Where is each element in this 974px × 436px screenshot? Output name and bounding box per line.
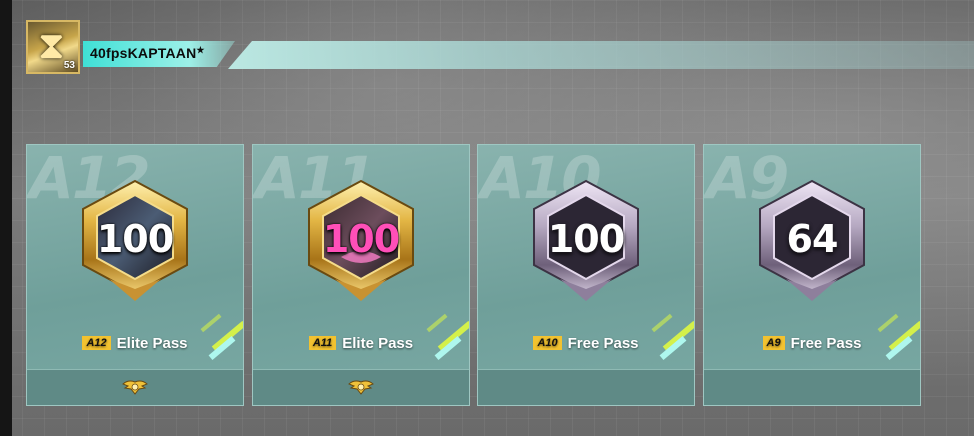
player-name: 40fpsKAPTAAN★ [90, 45, 205, 61]
card-footer [704, 369, 920, 405]
badge-level: 100 [547, 217, 625, 261]
player-avatar[interactable]: ⧗ 53 [26, 20, 80, 74]
pass-type: Elite Pass [342, 335, 414, 352]
rank-badge: 100 [79, 179, 191, 303]
pass-card-a12[interactable]: A12 100 A12 Elite Pass [26, 144, 244, 406]
pass-card-a9[interactable]: A9 64 A9 Free Pass [703, 144, 921, 406]
rank-badge: 100 [530, 179, 642, 303]
header-banner-bar [228, 41, 974, 69]
pass-type: Elite Pass [116, 335, 188, 352]
pass-label: A11 Elite Pass [253, 335, 469, 352]
star-icon: ★ [196, 45, 205, 55]
pass-type: Free Pass [790, 335, 862, 352]
decor-stripe [651, 313, 673, 333]
season-tag: A10 [533, 336, 562, 350]
pass-label: A9 Free Pass [704, 335, 920, 352]
pass-label: A12 Elite Pass [27, 335, 243, 352]
season-tag: A12 [82, 336, 111, 350]
decor-stripe [200, 313, 222, 333]
pass-type: Free Pass [567, 335, 639, 352]
card-footer [478, 369, 694, 405]
player-name-text: 40fpsKAPTAAN [90, 45, 197, 61]
badge-level: 100 [96, 217, 174, 261]
pass-label: A10 Free Pass [478, 335, 694, 352]
rank-badge: 100 [305, 179, 417, 303]
decor-stripe [426, 313, 448, 333]
player-level: 53 [63, 60, 75, 71]
badge-level: 100 [322, 217, 400, 261]
screen-edge [0, 0, 12, 436]
season-tag: A11 [308, 336, 337, 350]
hourglass-icon: ⧗ [38, 23, 65, 67]
rank-badge: 64 [756, 179, 868, 303]
pass-card-a11[interactable]: A11 100 A11 Elite Pass [252, 144, 470, 406]
elite-wings-icon [348, 380, 374, 395]
season-tag: A9 [762, 336, 785, 350]
elite-wings-icon [122, 380, 148, 395]
badge-level: 64 [786, 217, 839, 261]
card-footer [27, 369, 243, 405]
card-footer [253, 369, 469, 405]
pass-card-a10[interactable]: A10 100 A10 Free Pass [477, 144, 695, 406]
decor-stripe [877, 313, 899, 333]
